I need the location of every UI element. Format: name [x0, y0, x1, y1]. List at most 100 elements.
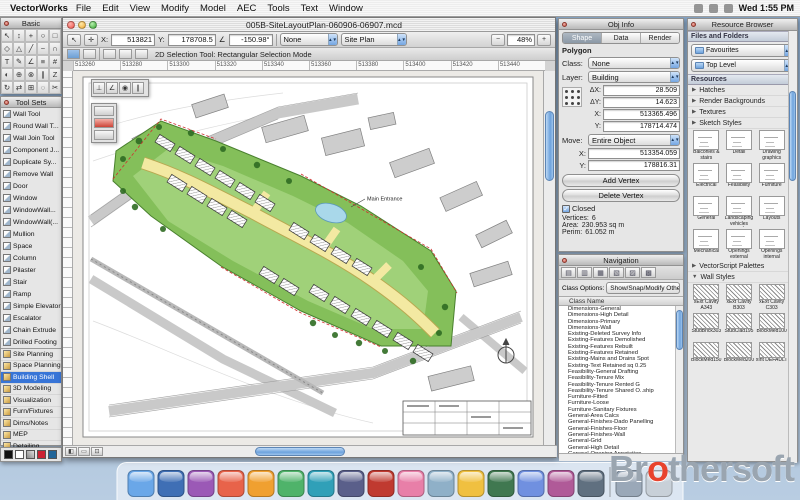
tool-set-category[interactable]: Dims/Notes: [1, 418, 61, 430]
dock-app-icon[interactable]: [157, 470, 185, 497]
wall-style-item[interactable]: StudClad195: [723, 313, 756, 340]
menu-item[interactable]: Modify: [161, 3, 189, 14]
dock-app-icon[interactable]: [427, 470, 455, 497]
basic-tool-button[interactable]: ∠: [25, 55, 37, 68]
basic-tool-button[interactable]: ∥: [37, 68, 49, 81]
hscroll-track[interactable]: [105, 446, 557, 457]
menu-item[interactable]: Window: [329, 3, 363, 14]
palette-close-button[interactable]: [691, 22, 696, 27]
obj-info-tab[interactable]: Shape: [563, 33, 602, 43]
zoom-in-icon[interactable]: +: [537, 33, 551, 46]
dock-app-icon[interactable]: [217, 470, 245, 497]
class-dropdown[interactable]: None ▲▼: [279, 33, 338, 46]
resource-group-row[interactable]: ▶ Sketch Styles: [688, 118, 797, 129]
palette-close-button[interactable]: [562, 258, 567, 263]
symbol-folder-item[interactable]: Landscaping vehicles people: [723, 196, 756, 227]
wall-style-item[interactable]: BlockMed200: [723, 342, 756, 369]
basic-tool-button[interactable]: ⇄: [13, 81, 25, 94]
basic-tool-button[interactable]: ⊞: [25, 81, 37, 94]
basic-tool-button[interactable]: ◇: [1, 42, 13, 55]
snap-button[interactable]: ∠: [106, 82, 118, 94]
obj-info-header[interactable]: Obj Info: [559, 19, 683, 30]
vertical-scrollbar[interactable]: [543, 71, 555, 447]
palette-close-button[interactable]: [562, 22, 567, 27]
mode-option-button[interactable]: [103, 49, 116, 59]
symbol-folder-item[interactable]: Drawing graphics: [755, 130, 788, 161]
resource-group-row[interactable]: ▶ Render Backgrounds: [688, 96, 797, 107]
wall-styles-row[interactable]: ▼ Wall Styles: [688, 272, 797, 283]
dock-app-icon[interactable]: [247, 470, 275, 497]
disclosure-triangle-icon[interactable]: ▼: [692, 274, 697, 280]
dock-app-icon[interactable]: [487, 470, 515, 497]
wall-style-item[interactable]: xInt DEFAULT: [755, 342, 788, 369]
basic-tool-button[interactable]: □: [49, 29, 61, 42]
airport-icon[interactable]: [693, 3, 703, 13]
display-icon[interactable]: [723, 3, 733, 13]
tool-item[interactable]: Column: [1, 252, 61, 264]
tool-item[interactable]: Window: [1, 192, 61, 204]
dock-app-icon[interactable]: [397, 470, 425, 497]
zoom-level-field[interactable]: 48%: [507, 33, 535, 46]
tool-sets-header[interactable]: Tool Sets: [1, 97, 61, 108]
color-swatch[interactable]: [48, 450, 57, 459]
layer-select[interactable]: Building ▲▼: [588, 71, 680, 83]
y-coordinate-field[interactable]: 178708.5: [167, 33, 216, 46]
zoom-tool-button[interactable]: ◧: [65, 447, 77, 456]
basic-tool-button[interactable]: △: [13, 42, 25, 55]
pattern-swatch[interactable]: [26, 450, 35, 459]
palette-close-button[interactable]: [4, 100, 9, 105]
navigation-tab[interactable]: ▥: [577, 267, 592, 278]
close-window-button[interactable]: [67, 20, 75, 29]
tool-item[interactable]: Space: [1, 240, 61, 252]
vertical-scroll-thumb[interactable]: [545, 111, 554, 181]
selection-mode-button[interactable]: [83, 49, 96, 59]
disclosure-triangle-icon[interactable]: ▶: [692, 87, 696, 93]
symbol-folder-item[interactable]: Balconies & stairs: [690, 130, 723, 161]
color-swatch[interactable]: [37, 450, 46, 459]
menu-item[interactable]: Text: [301, 3, 318, 14]
snap-button[interactable]: ⊥: [93, 82, 105, 94]
menu-item[interactable]: Edit: [102, 3, 118, 14]
symbol-folder-item[interactable]: Furniture: [755, 163, 788, 194]
wall-style-item[interactable]: StudBrick303: [690, 313, 723, 340]
horizontal-scrollbar[interactable]: ◧ ▭ ⊡: [63, 445, 557, 457]
page-tool-button[interactable]: ▭: [78, 447, 90, 456]
basic-tool-button[interactable]: Z: [49, 68, 61, 81]
symbol-folder-item[interactable]: Detail: [723, 130, 756, 161]
class-select[interactable]: None ▲▼: [588, 57, 680, 69]
basic-tool-button[interactable]: ⊕: [13, 68, 25, 81]
dock-app-icon[interactable]: [187, 470, 215, 497]
resource-browser-header[interactable]: Resource Browser: [688, 19, 797, 31]
anchor-point-selector[interactable]: [562, 87, 582, 107]
navigation-tab[interactable]: ▦: [593, 267, 608, 278]
disclosure-triangle-icon[interactable]: ▶: [692, 120, 696, 126]
disclosure-triangle-icon[interactable]: ▶: [692, 263, 696, 269]
wall-style-item[interactable]: xExt Cavity B303: [723, 284, 756, 311]
dock-app-icon[interactable]: [577, 470, 605, 497]
basic-tool-button[interactable]: ⊗: [25, 68, 37, 81]
tool-item[interactable]: Round Wall T...: [1, 120, 61, 132]
app-menu[interactable]: VectorWorks: [10, 3, 68, 14]
tool-item[interactable]: Mullion: [1, 228, 61, 240]
basic-tool-button[interactable]: ✎: [13, 55, 25, 68]
class-list-scroll-thumb[interactable]: [675, 310, 683, 350]
tool-item[interactable]: Door: [1, 180, 61, 192]
wall-style-item[interactable]: BlockMed150: [690, 342, 723, 369]
vertex-coordinate-field[interactable]: 513354.059: [588, 148, 680, 159]
window-title-bar[interactable]: 005B-SiteLayoutPlan-060906-06907.mcd: [63, 18, 555, 32]
basic-palette-header[interactable]: Basic: [1, 18, 61, 29]
obj-info-tab[interactable]: Data: [602, 33, 641, 43]
layer-dropdown[interactable]: Site Plan ▲▼: [340, 33, 407, 46]
basic-tool-button[interactable]: ◌: [37, 81, 49, 94]
drawing-canvas[interactable]: Main Entrance ⊥ ∠ ◉ ∥: [73, 71, 545, 447]
add-vertex-button[interactable]: Add Vertex: [562, 174, 680, 187]
basic-tool-button[interactable]: ✂: [49, 81, 61, 94]
tool-item[interactable]: Component J...: [1, 144, 61, 156]
dock-app-icon[interactable]: [307, 470, 335, 497]
move-select[interactable]: Entire Object ▲▼: [588, 134, 680, 146]
wall-style-item[interactable]: xExt Cavity A343: [690, 284, 723, 311]
closed-checkbox[interactable]: ✓: [562, 204, 570, 213]
volume-icon[interactable]: [708, 3, 718, 13]
basic-tool-button[interactable]: ≡: [37, 55, 49, 68]
mode-option-button[interactable]: [119, 49, 132, 59]
